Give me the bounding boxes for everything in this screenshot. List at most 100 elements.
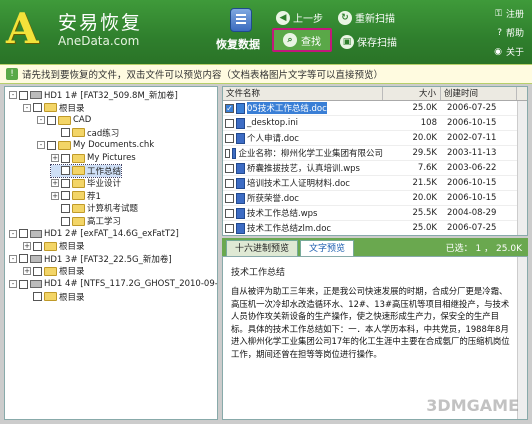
expand-icon[interactable]: + [23,267,31,276]
expand-icon[interactable]: + [51,154,59,162]
tab-text-preview[interactable]: 文字预览 [300,240,355,256]
tree-item-label: 根目录 [59,292,85,303]
recover-data-icon[interactable] [230,8,252,32]
expand-icon[interactable]: + [51,179,59,188]
tree-partition-item[interactable]: - HD1 3# [FAT32_22.5G_新加卷] [9,253,172,265]
tree-checkbox[interactable] [33,241,42,251]
collapse-icon[interactable]: - [23,103,31,112]
tree-checkbox[interactable] [19,229,28,239]
tree-item-label: CAD [73,115,92,126]
tree-partition-item[interactable]: - HD1 4# [NTFS_117.2G_GHOST_2010-09-03] [9,278,217,290]
file-date: 2003-11-13 [447,148,497,158]
collapse-icon[interactable]: - [37,141,45,150]
tree-partition-item[interactable]: - HD1 2# [exFAT_14.6G_exFatT2] [9,228,179,240]
selected-count-label: 已选： [445,244,473,254]
recover-data-button[interactable]: 恢复数据 [216,36,260,52]
register-link[interactable]: ⚿ 注册 [494,4,524,23]
file-checkbox[interactable] [225,223,234,233]
collapse-icon[interactable]: - [9,254,17,263]
expand-icon[interactable]: + [23,242,31,251]
expand-icon[interactable]: + [51,191,59,200]
save-scan-button[interactable]: ▣ 保存扫描 [340,34,397,49]
search-button[interactable]: ⌕ 查找 [272,28,332,52]
tree-checkbox[interactable] [33,266,42,276]
tree-folder-item[interactable]: + 根目录 [23,240,85,252]
file-name-cell: 技术工作总结.wps [223,207,383,219]
file-checkbox[interactable] [225,148,230,158]
tree-checkbox[interactable] [33,103,42,113]
search-label: 查找 [301,36,321,48]
col-size-header[interactable]: 大小 [383,87,441,100]
tree-checkbox[interactable] [61,203,70,213]
tree-checkbox[interactable] [19,279,28,289]
tree-partition-item[interactable]: - HD1 1# [FAT32_509.8M_新加卷] [9,89,178,101]
tree-folder-item[interactable]: 高工学习 [51,215,121,227]
tree-folder-item[interactable]: cad练习 [51,127,119,139]
tree-folder-item[interactable]: - My Documents.chk [37,139,154,151]
file-row[interactable]: 桥囊推拔技艺，认真培训.wps 7.6K 2003-06-22 [223,161,527,176]
file-row[interactable]: 技术工作总结zlm.doc 25.0K 2006-07-25 [223,221,527,235]
folder-tree[interactable]: - HD1 1# [FAT32_509.8M_新加卷] - 根目录 - CAD cad练习 -… [4,86,218,420]
file-list[interactable]: 文件名称 大小 创建时间 ✓ 05技术工作总结.doc 25.0K 2006-07-2… [222,86,528,236]
tree-checkbox[interactable] [33,292,42,302]
file-checkbox[interactable]: ✓ [225,103,234,113]
about-link[interactable]: ◉ 关于 [494,42,524,61]
file-checkbox[interactable] [225,208,234,218]
preview-scrollbar[interactable] [517,257,527,419]
folder-icon [72,153,85,163]
file-checkbox[interactable] [225,193,234,203]
tree-folder-item[interactable]: + 毕业设计 [51,177,121,189]
tree-checkbox[interactable] [61,216,70,226]
file-checkbox[interactable] [225,133,234,143]
selected-count: 1 [475,244,482,254]
tree-checkbox[interactable] [61,153,70,163]
file-row[interactable]: ✓ 05技术工作总结.doc 25.0K 2006-07-25 [223,101,527,116]
file-row[interactable]: 所获荣誉.doc 20.0K 2006-10-15 [223,191,527,206]
file-date: 2006-10-15 [447,118,497,128]
rescan-button[interactable]: ↻ 重新扫描 [338,10,395,25]
file-name: 05技术工作总结.doc [247,102,327,114]
tree-folder-item[interactable]: + 根目录 [23,265,85,277]
tree-folder-item[interactable]: 工作总结 [49,163,123,178]
file-row[interactable]: 培训技术工人证明材料.doc 21.5K 2006-10-15 [223,176,527,191]
tree-checkbox[interactable] [19,90,28,100]
tree-folder-item[interactable]: + My Pictures [51,152,136,164]
tree-checkbox[interactable] [61,166,70,176]
file-checkbox[interactable] [225,163,234,173]
file-row[interactable]: 技术工作总结.wps 25.5K 2004-08-29 [223,206,527,221]
file-name: 桥囊推拔技艺，认真培训.wps [247,164,360,174]
document-icon [236,132,245,144]
tree-checkbox[interactable] [61,191,70,201]
collapse-icon[interactable]: - [9,91,17,99]
collapse-icon[interactable]: - [37,116,45,125]
collapse-icon[interactable]: - [9,280,17,288]
tree-checkbox[interactable] [47,140,56,150]
folder-icon [72,216,85,226]
collapse-icon[interactable]: - [9,229,17,238]
file-list-scrollbar[interactable] [517,101,527,235]
file-row[interactable]: _desktop.ini 108 2006-10-15 [223,116,527,131]
tree-folder-item[interactable]: + 荐1 [51,190,101,202]
tree-checkbox[interactable] [47,115,56,125]
tree-checkbox[interactable] [61,178,70,188]
tree-folder-item[interactable]: 根目录 [23,291,85,303]
prev-step-button[interactable]: ◀ 上一步 [276,10,323,25]
col-name-header[interactable]: 文件名称 [223,87,383,100]
tree-checkbox[interactable] [19,254,28,264]
help-link[interactable]: ? 帮助 [494,23,524,42]
file-date: 2004-08-29 [447,208,497,218]
file-checkbox[interactable] [225,118,234,128]
document-icon [236,192,245,204]
app-header: A 安易恢复 AneData.com 恢复数据 ◀ 上一步 ↻ 重新扫描 ⌕ 查… [0,0,532,64]
folder-icon [44,241,57,251]
file-row[interactable]: 企业名称：柳州化学工业集团有限公司 29.5K 2003-11-13 [223,146,527,161]
file-checkbox[interactable] [225,178,234,188]
file-row[interactable]: 个人申请.doc 20.0K 2002-07-11 [223,131,527,146]
tree-folder-item[interactable]: - 根目录 [23,102,85,114]
tab-hex-preview[interactable]: 十六进制预览 [226,240,299,256]
col-date-header[interactable]: 创建时间 [441,87,517,100]
tree-folder-item[interactable]: - CAD [37,114,91,126]
tree-folder-item[interactable]: 计算机考试题 [51,202,138,214]
tree-checkbox[interactable] [61,128,70,138]
text-preview-pane[interactable]: 技术工作总结 自从被评为助工三年来，正是我公司快速发展的时期，合成分厂更是冷霜、… [222,256,528,420]
